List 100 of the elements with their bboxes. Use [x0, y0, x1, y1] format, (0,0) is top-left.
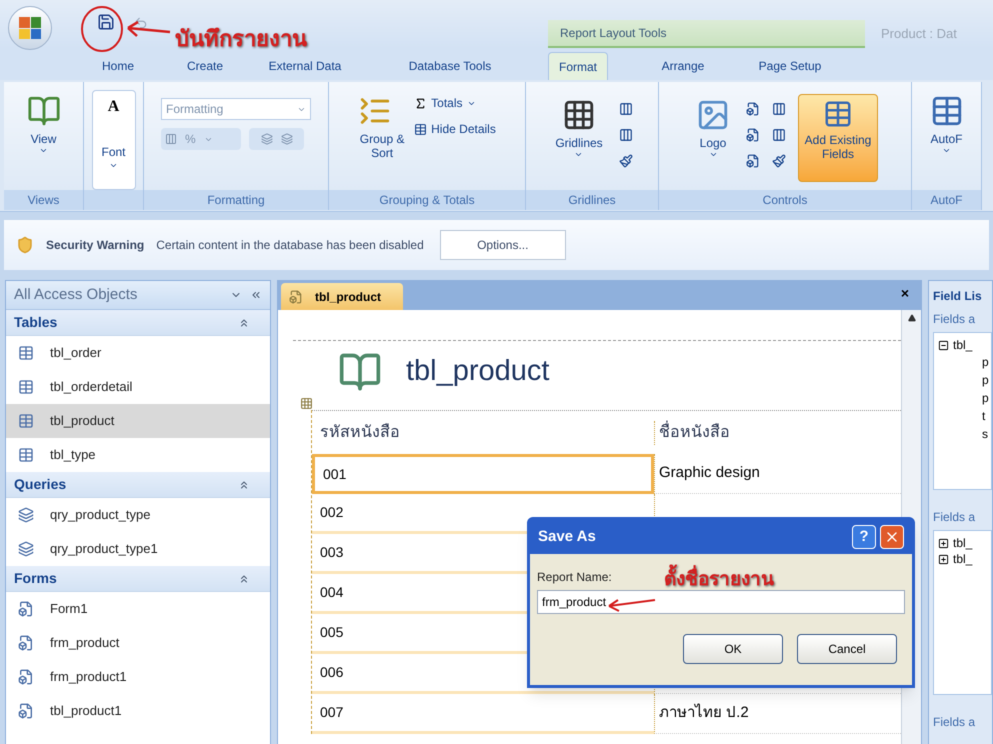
dialog-button[interactable]: Cancel: [797, 634, 897, 664]
save-icon: [97, 13, 115, 31]
ribbon-button[interactable]: Gridlines: [551, 94, 607, 190]
font-button[interactable]: A Font: [92, 90, 136, 190]
add-fields-button[interactable]: Add Existing Fields: [798, 94, 878, 182]
field-item[interactable]: p: [982, 353, 991, 371]
table-icon: [18, 345, 34, 361]
column-header: รหัสหนังสือ: [319, 422, 401, 442]
hide-details-button[interactable]: Hide Details: [414, 120, 496, 138]
section-header[interactable]: Queries: [6, 472, 270, 498]
ribbon-tab[interactable]: Create: [170, 52, 240, 80]
brush-icon: [618, 154, 633, 168]
tree-item[interactable]: tbl_: [953, 534, 972, 552]
layout-selector-icon[interactable]: [300, 397, 313, 410]
collapse-icon[interactable]: [938, 340, 949, 350]
notebook-icon: [26, 94, 60, 128]
document-tab[interactable]: tbl_product: [281, 283, 403, 310]
pane-title: Field Lis: [933, 288, 983, 304]
group-sort-button[interactable]: Group & Sort: [358, 94, 406, 190]
close-button[interactable]: ×: [900, 283, 909, 304]
nav-item[interactable]: qry_product_type: [6, 498, 270, 532]
annotation-text: บันทึกรายงาน: [175, 25, 307, 53]
office-button[interactable]: [8, 6, 52, 50]
table-icon: [18, 447, 34, 463]
warning-message: Certain content in the database has been disabled: [156, 237, 424, 254]
ribbon-tab[interactable]: Format: [548, 52, 608, 80]
nav-item[interactable]: tbl_order: [6, 336, 270, 370]
tree-item[interactable]: tbl_: [953, 550, 972, 568]
group-label: Controls: [762, 192, 808, 209]
table-icon: [414, 122, 428, 136]
table-icon: [823, 99, 853, 129]
warning-title: Security Warning: [46, 237, 144, 254]
dropdown-icon: [574, 150, 584, 159]
field-item[interactable]: p: [982, 389, 991, 407]
help-button[interactable]: ?: [852, 525, 876, 549]
nav-item[interactable]: tbl_type: [6, 438, 270, 472]
scroll-up-icon[interactable]: [908, 314, 916, 322]
form-icon: [18, 601, 34, 617]
dropdown-icon: [942, 146, 951, 155]
annotation-circle: [80, 5, 124, 53]
nav-item[interactable]: frm_product1: [6, 660, 270, 694]
nav-item[interactable]: Form1: [6, 592, 270, 626]
table-cell[interactable]: 001: [312, 454, 654, 494]
report-title: tbl_product: [406, 354, 550, 390]
collapse-pane-icon[interactable]: [250, 289, 262, 301]
ribbon-tab[interactable]: Database Tools: [395, 52, 505, 80]
dropdown-icon: [708, 150, 718, 159]
ribbon-button[interactable]: Logo: [692, 94, 734, 190]
group-label: Grouping & Totals: [379, 192, 475, 209]
section-title: Fields a: [933, 509, 976, 526]
group-label: Formatting: [207, 192, 265, 209]
sigma-icon: [414, 96, 428, 110]
nav-item[interactable]: tbl_orderdetail: [6, 370, 270, 404]
section-header[interactable]: Forms: [6, 566, 270, 592]
form-icon: [18, 669, 34, 685]
section-title: Fields a: [933, 714, 976, 731]
group-label: Gridlines: [568, 192, 616, 209]
table-cell-text: ภาษาไทย ป.2: [659, 702, 749, 724]
nav-item[interactable]: tbl_product1: [6, 694, 270, 728]
ribbon-tab[interactable]: Home: [88, 52, 148, 80]
ribbon-tab[interactable]: Page Setup: [735, 52, 845, 80]
close-button[interactable]: [880, 525, 904, 549]
options-button[interactable]: Options...: [440, 230, 566, 260]
table-icon: [18, 379, 34, 395]
table-cell-text: Graphic design: [659, 463, 760, 484]
nav-item[interactable]: frm_product: [6, 626, 270, 660]
ribbon-button[interactable]: View: [22, 90, 64, 190]
tree-item[interactable]: tbl_: [953, 336, 972, 354]
brush-icon: [772, 154, 786, 168]
undo-icon[interactable]: [134, 16, 148, 30]
dropdown-icon: [39, 146, 48, 155]
office-logo-icon: [19, 17, 41, 39]
window-title: Product : Dat: [881, 25, 957, 43]
nav-item[interactable]: qry_product_type1: [6, 532, 270, 566]
group-label: AutoF: [930, 192, 962, 209]
totals-button[interactable]: Totals: [414, 94, 496, 112]
ribbon-button[interactable]: AutoF: [926, 90, 968, 190]
form-icon: [18, 635, 34, 651]
contextual-tab-header: Report Layout Tools: [548, 20, 865, 48]
dropdown-icon: [109, 161, 118, 170]
group-label: Views: [28, 192, 60, 209]
field-item[interactable]: s: [982, 425, 991, 443]
report-icon: [289, 290, 303, 304]
ribbon-tab[interactable]: Arrange: [643, 52, 723, 80]
ribbon-tab[interactable]: External Data: [250, 52, 360, 80]
picture-icon: [696, 98, 730, 132]
field-item[interactable]: p: [982, 371, 991, 389]
form-icon: [18, 703, 34, 719]
report-name-field[interactable]: frm_product: [537, 590, 905, 614]
table-cell[interactable]: 007: [312, 694, 654, 734]
field-item[interactable]: t: [982, 407, 991, 425]
expand-icon[interactable]: [938, 554, 949, 564]
nav-item[interactable]: tbl_product: [6, 404, 270, 438]
section-header[interactable]: Tables: [6, 310, 270, 336]
pane-title: All Access Objects: [14, 284, 138, 305]
expand-icon[interactable]: [938, 538, 949, 548]
shield-icon: [16, 236, 34, 254]
dialog-button[interactable]: OK: [683, 634, 783, 664]
table-icon: [18, 413, 34, 429]
section-title: Fields a: [933, 311, 976, 328]
